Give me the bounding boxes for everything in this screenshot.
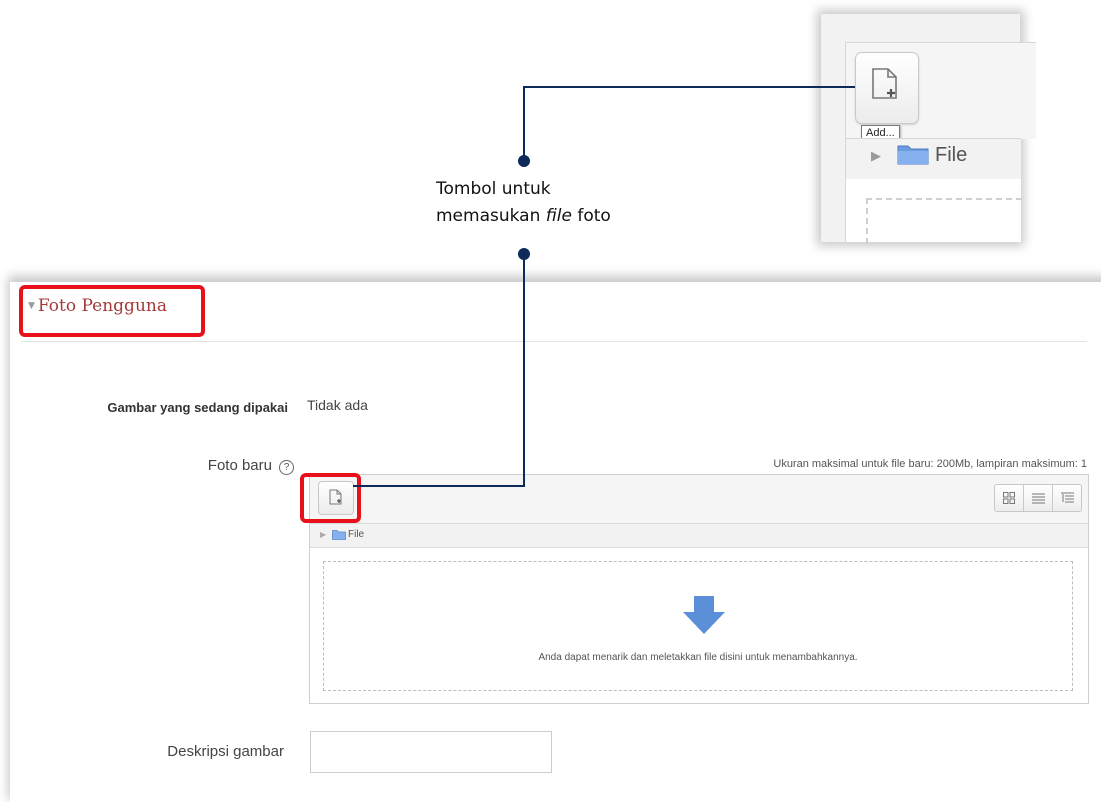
current-image-label: Gambar yang sedang dipakai bbox=[107, 400, 288, 415]
folder-icon bbox=[332, 530, 346, 540]
drop-text: Anda dapat menarik dan meletakkan file d… bbox=[538, 652, 858, 663]
zoom-dropzone-border bbox=[866, 198, 1022, 244]
add-file-icon bbox=[872, 68, 897, 99]
description-input[interactable] bbox=[310, 731, 552, 773]
callout-line-zoom-stub bbox=[845, 86, 855, 88]
dropzone[interactable]: Anda dapat menarik dan meletakkan file d… bbox=[323, 561, 1073, 691]
view-tree-button[interactable] bbox=[1052, 485, 1081, 511]
callout-line-bottom-vertical bbox=[523, 254, 525, 487]
zoom-folder-label[interactable]: File bbox=[935, 144, 967, 167]
callout-line-bottom bbox=[353, 485, 525, 487]
callout-line-1: Tombol untuk bbox=[436, 179, 551, 199]
callout-dot-top bbox=[518, 155, 530, 167]
highlight-section-title bbox=[19, 285, 205, 337]
list-icon bbox=[1031, 493, 1045, 503]
view-icons-button[interactable] bbox=[995, 485, 1023, 511]
expand-arrow-icon[interactable]: ▶ bbox=[320, 530, 326, 539]
expand-arrow-icon[interactable]: ▶ bbox=[871, 148, 881, 164]
section-divider bbox=[21, 341, 1087, 342]
new-photo-label: Foto baru bbox=[207, 457, 272, 474]
callout-line-top-vertical bbox=[523, 86, 525, 160]
file-picker-toolbar bbox=[310, 475, 1088, 524]
description-label: Deskripsi gambar bbox=[167, 743, 284, 760]
file-picker: ▶ File Anda dapat menarik dan meletakkan… bbox=[309, 474, 1089, 704]
view-list-button[interactable] bbox=[1023, 485, 1052, 511]
folder-icon bbox=[897, 145, 929, 165]
grid-icon bbox=[1003, 492, 1015, 504]
drop-arrow-icon bbox=[683, 596, 725, 634]
path-folder-label[interactable]: File bbox=[348, 529, 364, 540]
view-mode-group bbox=[994, 484, 1082, 512]
callout-line-top bbox=[523, 86, 845, 88]
help-icon[interactable]: ? bbox=[279, 460, 294, 475]
file-picker-path: ▶ File bbox=[310, 524, 1088, 548]
highlight-add-button bbox=[300, 473, 361, 523]
max-size-text: Ukuran maksimal untuk file baru: 200Mb, … bbox=[773, 458, 1087, 470]
callout-line-2: memasukan file foto bbox=[436, 206, 611, 226]
callout-label: Tombol untuk memasukan file foto bbox=[436, 176, 676, 230]
current-image-value: Tidak ada bbox=[307, 397, 368, 413]
zoom-add-button[interactable] bbox=[855, 52, 919, 124]
tree-icon bbox=[1060, 492, 1074, 503]
